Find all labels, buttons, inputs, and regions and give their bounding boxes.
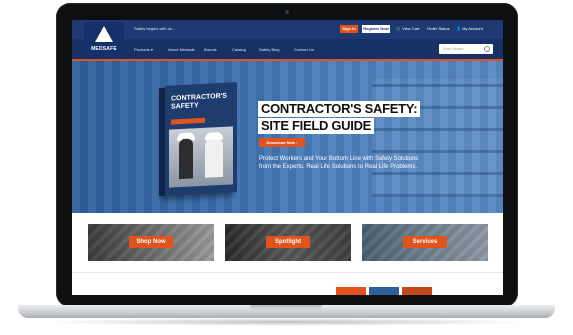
- search-input[interactable]: Enter Search: [439, 44, 493, 54]
- search-placeholder: Enter Search: [443, 47, 464, 51]
- browser-screen: Safety begins with us... Sign In Registe…: [72, 20, 503, 295]
- book-cover-stripe: [171, 117, 205, 125]
- book-spine: [159, 87, 165, 197]
- catalog-thumbnail[interactable]: [336, 287, 366, 295]
- hero-title-line2: SITE FIELD GUIDE: [258, 118, 375, 134]
- tagline: Safety begins with us...: [134, 26, 176, 31]
- worker-figure: [179, 138, 193, 180]
- my-account-link[interactable]: 👤 My Account: [456, 26, 483, 31]
- services-tile[interactable]: Services: [362, 224, 488, 261]
- view-cart-link[interactable]: 🛒 View Cart: [396, 26, 419, 31]
- nav-item-catalog[interactable]: Catalog: [232, 47, 246, 52]
- nav-item-brands[interactable]: Brands: [204, 47, 217, 52]
- view-cart-label: View Cart: [402, 26, 420, 31]
- hero-banner: CONTRACTOR'S SAFETY CONTRACTOR'S SAFETY:…: [72, 61, 503, 213]
- laptop-base-notch: [250, 305, 322, 310]
- carousel-dots: [276, 205, 300, 213]
- register-button[interactable]: Register Now: [362, 25, 390, 33]
- order-status-link[interactable]: Order Status: [427, 26, 450, 31]
- laptop-shadow: [40, 318, 533, 326]
- book-cover-photo: [169, 126, 233, 188]
- services-button[interactable]: Services: [403, 236, 447, 248]
- spotlight-button[interactable]: Spotlight: [266, 236, 310, 248]
- book-cover-title: CONTRACTOR'S SAFETY: [171, 92, 227, 111]
- medsafe-logo[interactable]: MEDSAFE: [84, 22, 124, 58]
- search-icon[interactable]: [484, 46, 490, 52]
- hero-description: Protect Workers and Your Bottom Line wit…: [259, 156, 419, 170]
- logo-text: MEDSAFE: [91, 46, 117, 52]
- worker-figure: [205, 138, 223, 178]
- nav-item-products[interactable]: Products ▾: [134, 47, 153, 52]
- logo-triangle-icon: [95, 26, 113, 42]
- field-guide-book-image[interactable]: CONTRACTOR'S SAFETY: [159, 82, 237, 197]
- hero-title-line1: CONTRACTOR'S SAFETY:: [258, 101, 421, 117]
- catalog-thumbnail[interactable]: [369, 287, 399, 295]
- shop-now-button[interactable]: Shop Now: [129, 236, 173, 248]
- nav-item-contact[interactable]: Contact Us: [294, 47, 314, 52]
- spotlight-tile[interactable]: Spotlight: [225, 224, 351, 261]
- camera-dot: [285, 10, 289, 14]
- shop-now-tile[interactable]: Shop Now: [88, 224, 214, 261]
- catalog-thumbnail[interactable]: [402, 287, 432, 295]
- sign-in-button[interactable]: Sign In: [340, 25, 358, 33]
- my-account-label: My Account: [462, 26, 483, 31]
- nav-item-safety-blog[interactable]: Safety Blog: [259, 47, 279, 52]
- nav-item-about[interactable]: About Medsafe: [168, 47, 195, 52]
- download-now-button[interactable]: Download Now ›: [259, 138, 305, 147]
- section-divider: [72, 272, 503, 273]
- top-bar: Safety begins with us... Sign In Registe…: [72, 20, 503, 39]
- warehouse-shelf-image: [372, 79, 503, 197]
